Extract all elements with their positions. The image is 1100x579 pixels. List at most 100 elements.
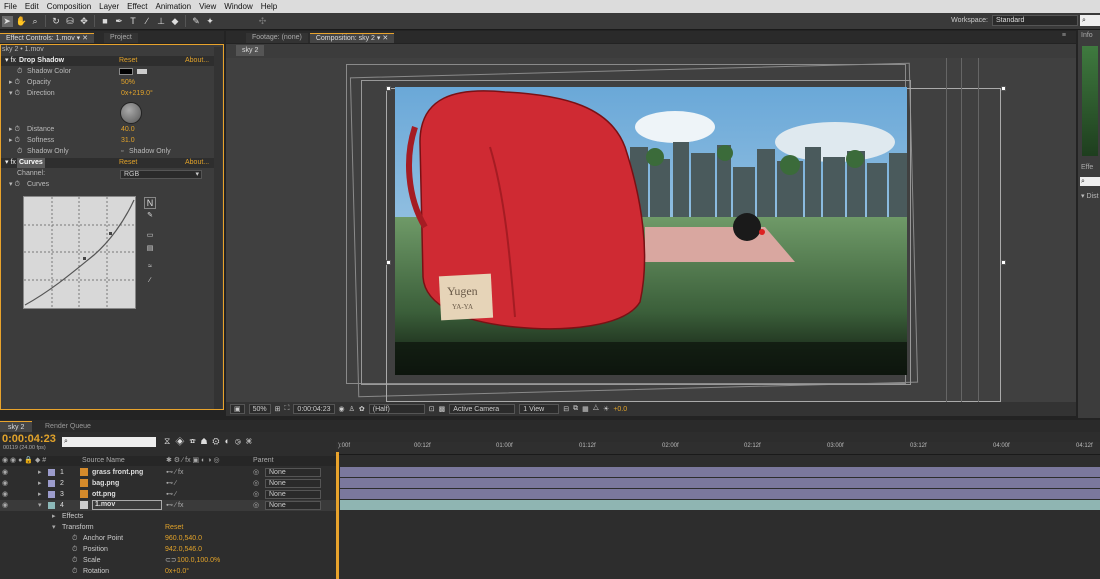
property-row[interactable]: ⏱ Position 942.0,546.0 xyxy=(0,544,336,555)
constrain-link-icon[interactable]: ⊂⊃ xyxy=(165,555,177,566)
stopwatch-icon[interactable]: ⏱ xyxy=(72,566,77,577)
curves-graph[interactable] xyxy=(23,196,136,309)
smooth-icon[interactable]: ≈ xyxy=(144,263,156,273)
brush-tool-icon[interactable]: ∕ xyxy=(142,16,153,27)
menu-window[interactable]: Window xyxy=(220,2,256,11)
workspace-dropdown[interactable]: Standard xyxy=(992,15,1078,26)
property-row[interactable]: ⏱ Anchor Point 960.0,540.0 xyxy=(0,533,336,544)
label-color-icon[interactable] xyxy=(48,480,55,487)
anchor-point-value[interactable]: 960.0,540.0 xyxy=(165,533,202,544)
exposure-icon[interactable]: ☀ xyxy=(603,405,609,413)
exposure-value[interactable]: +0.0 xyxy=(613,406,627,413)
distance-value[interactable]: 40.0 xyxy=(121,125,135,135)
stopwatch-icon[interactable]: ⏱ xyxy=(17,67,22,77)
transparency-grid-icon[interactable]: ▩ xyxy=(439,405,446,413)
visibility-eye-icon[interactable]: ◉ xyxy=(2,467,8,478)
camera-tool-icon[interactable]: ⛁ xyxy=(65,16,76,27)
position-value[interactable]: 942.0,546.0 xyxy=(165,544,202,555)
visibility-eye-icon[interactable]: ◉ xyxy=(2,489,8,500)
layer-name[interactable]: ott.png xyxy=(92,489,116,500)
expand-arrow-icon[interactable]: ▸ ⏱ xyxy=(9,78,20,88)
timeline-switches-icons[interactable]: ⧖◈☎☗⚙◐⧁⌘ xyxy=(164,436,257,447)
collapse-arrow-icon[interactable]: ▾ ⏱ xyxy=(9,89,20,99)
shadow-only-checkbox[interactable]: ▫ xyxy=(121,147,123,157)
visibility-eye-icon[interactable]: ◉ xyxy=(2,478,8,489)
menu-layer[interactable]: Layer xyxy=(95,2,123,11)
time-ruler[interactable]: ):00f 00:12f 01:00f 01:12f 02:00f 02:12f… xyxy=(336,442,1100,455)
transform-handle[interactable] xyxy=(386,86,391,91)
open-folder-icon[interactable]: ▭ xyxy=(144,231,156,241)
curves-row[interactable]: ▾ fx Curves Reset About... xyxy=(1,158,221,168)
parent-header[interactable]: Parent xyxy=(253,456,274,466)
show-snapshot-icon[interactable]: ♙ xyxy=(349,405,355,413)
layer-name[interactable]: grass front.png xyxy=(92,467,143,478)
effects-search-icon[interactable]: ⌕ xyxy=(1080,177,1100,186)
softness-value[interactable]: 31.0 xyxy=(121,136,135,146)
layer-switch-icons[interactable]: ⊷ ∕ xyxy=(166,478,176,489)
render-icon[interactable]: ⧉ xyxy=(573,405,578,413)
resolution-dropdown[interactable]: (Half) xyxy=(368,404,425,414)
roto-brush-tool-icon[interactable]: ✎ xyxy=(191,16,202,27)
current-time-indicator[interactable] xyxy=(336,452,339,579)
drop-shadow-reset-button[interactable]: Reset xyxy=(119,56,137,66)
save-icon[interactable]: ▤ xyxy=(144,244,156,254)
drop-shadow-row[interactable]: ▾ fx Drop Shadow Reset About... xyxy=(1,56,221,66)
expand-arrow-icon[interactable]: ▸ xyxy=(38,489,42,500)
camera-dropdown[interactable]: Active Camera xyxy=(449,404,516,414)
direction-dial-icon[interactable] xyxy=(120,102,142,124)
pick-whip-icon[interactable]: ◎ xyxy=(253,467,259,478)
layer-name[interactable]: 1.mov xyxy=(92,500,162,510)
channel-icon[interactable]: ✿ xyxy=(359,405,365,413)
effects-scrollbar[interactable] xyxy=(214,47,222,409)
transform-handle[interactable] xyxy=(1001,86,1006,91)
curve-pen-icon[interactable]: N xyxy=(144,197,156,209)
parent-dropdown[interactable]: None xyxy=(265,490,321,499)
menu-edit[interactable]: Edit xyxy=(21,2,43,11)
pen-tool-icon[interactable]: ✒ xyxy=(114,16,125,27)
info-tab[interactable]: Info xyxy=(1081,32,1093,39)
rectangle-tool-icon[interactable]: ■ xyxy=(100,16,111,27)
safe-zones-icon[interactable]: ⊞ xyxy=(275,405,281,413)
layer-row[interactable]: ◉ ▸ 2 bag.png ⊷ ∕ ◎ None xyxy=(0,478,336,489)
property-row[interactable]: ⏱ Scale ⊂⊃ 100.0,100.0% xyxy=(0,555,336,566)
flowchart-icon[interactable]: ⧊ xyxy=(593,405,599,413)
region-of-interest-icon[interactable]: ▣ xyxy=(230,404,245,414)
puppet-tool-icon[interactable]: ✦ xyxy=(205,16,216,27)
curves-reset-button[interactable]: Reset xyxy=(119,158,137,168)
tab-project[interactable]: Project xyxy=(104,33,138,43)
tab-effect-controls[interactable]: Effect Controls: 1.mov ▾ ✕ xyxy=(0,33,95,43)
stopwatch-icon[interactable]: ⏱ xyxy=(72,544,77,555)
eraser-tool-icon[interactable]: ◆ xyxy=(170,16,181,27)
mask-toggle-icon[interactable]: ⛶ xyxy=(285,405,290,413)
menu-animation[interactable]: Animation xyxy=(151,2,195,11)
distort-category[interactable]: ▾ Dist xyxy=(1081,192,1099,200)
transform-handle[interactable] xyxy=(1001,260,1006,265)
pan-behind-tool-icon[interactable]: ✥ xyxy=(79,16,90,27)
menu-file[interactable]: File xyxy=(0,2,21,11)
menu-help[interactable]: Help xyxy=(257,2,281,11)
comp-subtab[interactable]: sky 2 xyxy=(236,45,265,56)
zoom-dropdown[interactable]: 50% xyxy=(248,404,271,414)
transform-reset-button[interactable]: Reset xyxy=(165,522,183,533)
pick-whip-icon[interactable]: ◎ xyxy=(253,478,259,489)
property-row[interactable]: ▸ Effects xyxy=(0,511,336,522)
layer-row-selected[interactable]: ◉ ▾ 4 1.mov ⊷ ∕ fx ◎ None xyxy=(0,500,336,511)
collapse-arrow-icon[interactable]: ▾ xyxy=(52,522,56,533)
shadow-color-swatch[interactable] xyxy=(119,68,133,75)
direction-value[interactable]: 0x+219.0° xyxy=(121,89,153,99)
effects-presets-tab[interactable]: Effe xyxy=(1081,164,1093,171)
current-time-field[interactable]: 0:00:04:23 xyxy=(293,404,335,414)
menu-view[interactable]: View xyxy=(195,2,220,11)
expand-arrow-icon[interactable]: ▸ xyxy=(38,478,42,489)
tab-footage[interactable]: Footage: (none) xyxy=(246,33,308,43)
layer-switch-icons[interactable]: ⊷ ∕ fx xyxy=(166,500,184,511)
layer-switch-icons[interactable]: ⊷ ∕ xyxy=(166,489,176,500)
panel-menu-icon[interactable]: ≡ xyxy=(1062,32,1066,39)
rotation-value[interactable]: 0x+0.0° xyxy=(165,566,189,577)
label-color-icon[interactable] xyxy=(48,502,55,509)
label-color-icon[interactable] xyxy=(48,469,55,476)
menu-composition[interactable]: Composition xyxy=(43,2,95,11)
parent-dropdown[interactable]: None xyxy=(265,501,321,510)
fast-preview-icon[interactable]: ⊡ xyxy=(429,405,435,413)
hand-tool-icon[interactable]: ✋ xyxy=(16,16,27,27)
